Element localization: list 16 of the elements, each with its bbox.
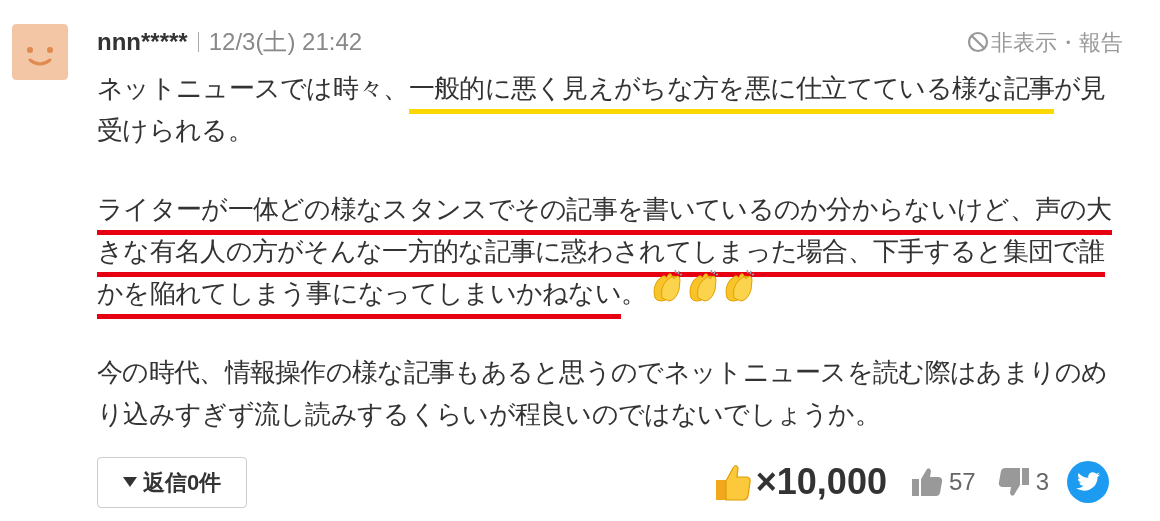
like-button[interactable]: 57 [910,464,976,500]
comment-paragraph: 今の時代、情報操作の様な記事もあると思うのでネットニュースを読む際はあまりのめり込みすぎず流し読みするくらいが程良いのではないでしょうか。 [97,356,1109,431]
caret-icon [122,477,137,487]
twitter-share-button[interactable] [1067,461,1109,503]
comment-paragraph: ライターが一体どの様なスタンスでその記事を書いているのか分からないけど、声の大きな有名人の方がそんな一方的な記事に惑わされてしまった場合、下手すると集団で誰かを陥れてしまう事になってしまいかねない。 [97,188,1127,324]
ban-icon [967,31,989,53]
comment-date: 12/3(土) 21:42 [208,27,363,57]
dislike-button[interactable]: 3 [997,464,1049,500]
thumbs-down-icon [997,467,1030,497]
user-name[interactable]: nnn***** [97,24,188,60]
reaction-count: ×10,000 [755,460,887,504]
replies-button[interactable]: 返信0件 [97,456,247,508]
bird-icon [1076,472,1100,492]
avatar-icon [12,24,68,80]
comment-paragraph: ネットニュースでは時々、一般的に悪く見えがちな方を悪に仕立てている様な記事が見受けられる。 [97,72,1107,147]
thumbs-up-icon [910,467,943,497]
